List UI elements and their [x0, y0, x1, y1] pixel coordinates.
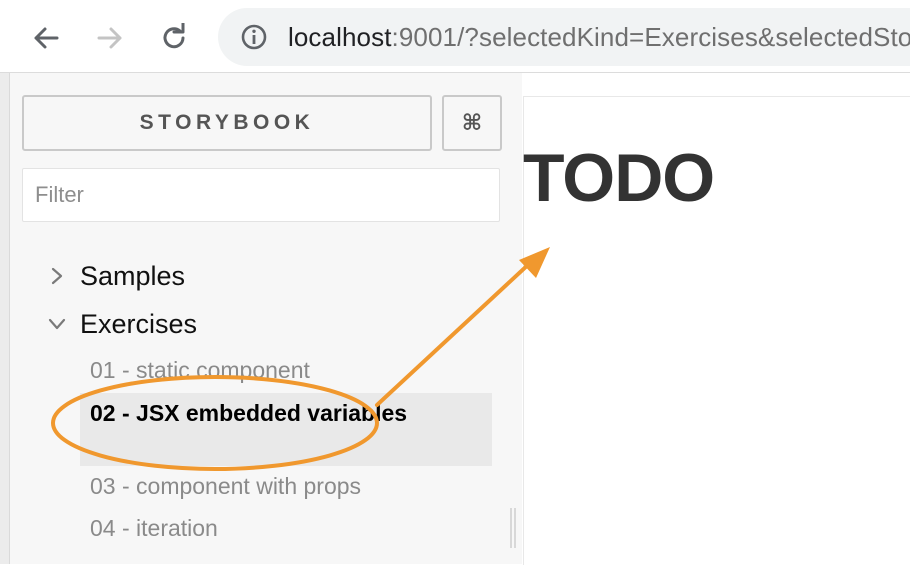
- info-icon[interactable]: [240, 23, 268, 51]
- story-03[interactable]: 03 - component with props: [80, 467, 492, 505]
- sidebar-left-edge: [0, 73, 10, 564]
- filter-input[interactable]: [22, 168, 500, 222]
- preview-heading: TODO: [523, 140, 715, 216]
- forward-arrow-icon[interactable]: [90, 18, 130, 58]
- story-01[interactable]: 01 - static component: [80, 351, 492, 389]
- chevron-down-icon: [44, 311, 70, 337]
- chevron-right-icon: [44, 263, 70, 289]
- browser-toolbar: localhost:9001/?selectedKind=Exercises&s…: [0, 0, 910, 73]
- reload-icon[interactable]: [154, 18, 194, 58]
- back-arrow-icon[interactable]: [26, 18, 66, 58]
- address-host: localhost: [288, 21, 392, 52]
- kind-label: Samples: [80, 260, 186, 291]
- address-path: :9001/?selectedKind=Exercises&selectedSt…: [391, 21, 910, 52]
- storybook-brand-button[interactable]: STORYBOOK: [22, 95, 432, 151]
- kind-samples[interactable]: Samples: [44, 258, 185, 294]
- kind-label: Exercises: [80, 308, 198, 339]
- address-text: localhost:9001/?selectedKind=Exercises&s…: [288, 22, 910, 53]
- sidebar-resize-handle[interactable]: [510, 508, 516, 548]
- shortcuts-button[interactable]: ⌘: [442, 95, 502, 151]
- kind-exercises[interactable]: Exercises: [44, 306, 197, 342]
- story-02-selected[interactable]: 02 - JSX embedded variables: [80, 393, 492, 466]
- address-bar[interactable]: localhost:9001/?selectedKind=Exercises&s…: [218, 8, 910, 66]
- story-04[interactable]: 04 - iteration: [80, 509, 492, 547]
